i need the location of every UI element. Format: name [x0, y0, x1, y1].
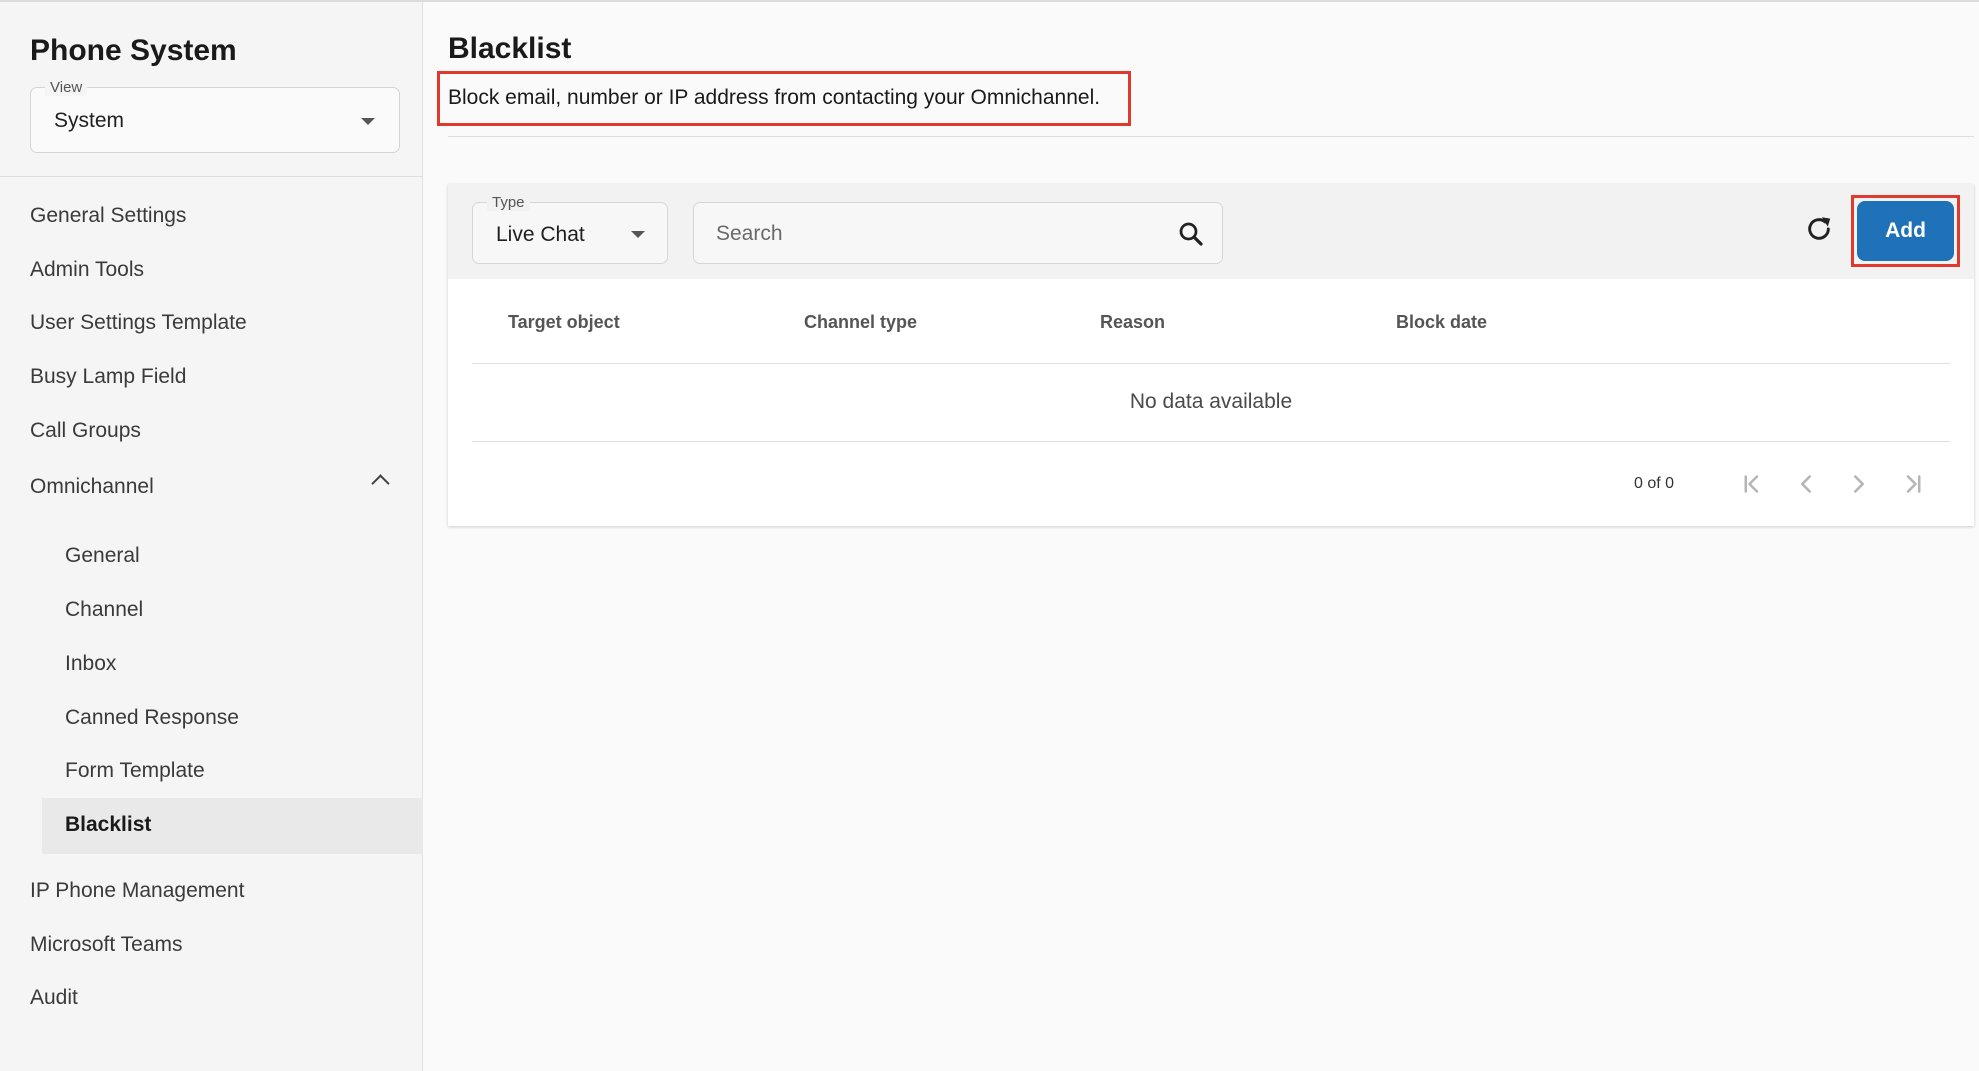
- view-select-value: System: [54, 109, 125, 132]
- search-input[interactable]: [716, 217, 1156, 251]
- sidebar-item-user-settings-template[interactable]: User Settings Template: [30, 311, 247, 335]
- page-description: Block email, number or IP address from c…: [448, 86, 1101, 109]
- prev-page-icon[interactable]: [1791, 469, 1821, 499]
- sidebar-item-audit[interactable]: Audit: [30, 986, 78, 1010]
- sidebar: Phone System View System General Setting…: [0, 2, 423, 1071]
- last-page-icon[interactable]: [1898, 469, 1928, 499]
- sidebar-item-call-groups[interactable]: Call Groups: [30, 419, 141, 443]
- header-row-divider: [472, 363, 1950, 364]
- sidebar-subitem-form-template[interactable]: Form Template: [65, 759, 205, 783]
- column-header-target-object[interactable]: Target object: [508, 312, 620, 333]
- page-title: Blacklist: [448, 32, 572, 65]
- sidebar-divider: [0, 176, 423, 177]
- toolbar: Type Live Chat Add: [448, 184, 1974, 279]
- sidebar-item-omnichannel[interactable]: Omnichannel: [30, 475, 154, 499]
- view-select-label: View: [45, 79, 88, 96]
- sidebar-item-ip-phone-management[interactable]: IP Phone Management: [30, 879, 244, 903]
- sidebar-item-microsoft-teams[interactable]: Microsoft Teams: [30, 933, 183, 957]
- next-page-icon[interactable]: [1844, 469, 1874, 499]
- sidebar-item-admin-tools[interactable]: Admin Tools: [30, 258, 144, 282]
- pagination-range: 0 of 0: [1634, 475, 1675, 492]
- sidebar-subitem-general[interactable]: General: [65, 544, 140, 568]
- type-select[interactable]: Type Live Chat: [472, 194, 668, 264]
- add-button[interactable]: Add: [1857, 201, 1954, 261]
- type-select-value: Live Chat: [496, 223, 585, 246]
- header-divider: [448, 136, 1974, 137]
- refresh-icon[interactable]: [1803, 213, 1835, 250]
- sidebar-item-general-settings[interactable]: General Settings: [30, 204, 186, 228]
- sidebar-subitem-channel[interactable]: Channel: [65, 598, 143, 622]
- column-header-reason[interactable]: Reason: [1100, 312, 1165, 333]
- type-select-label: Type: [487, 194, 530, 211]
- search-icon[interactable]: [1176, 219, 1206, 254]
- caret-down-icon: [361, 118, 375, 125]
- app-title: Phone System: [30, 34, 237, 67]
- sidebar-item-busy-lamp-field[interactable]: Busy Lamp Field: [30, 365, 186, 389]
- blacklist-table-card: Type Live Chat Add Target object Channel…: [448, 184, 1974, 526]
- chevron-up-icon[interactable]: [371, 474, 390, 493]
- column-header-block-date[interactable]: Block date: [1396, 312, 1487, 333]
- column-header-channel-type[interactable]: Channel type: [804, 312, 917, 333]
- empty-state-message: No data available: [1129, 390, 1293, 413]
- view-select[interactable]: View System: [30, 79, 400, 153]
- sidebar-subitem-inbox[interactable]: Inbox: [65, 652, 116, 676]
- sidebar-subitem-blacklist[interactable]: Blacklist: [65, 813, 151, 837]
- sidebar-subitem-canned-response[interactable]: Canned Response: [65, 706, 239, 730]
- first-page-icon[interactable]: [1737, 469, 1767, 499]
- table-bottom-divider: [472, 441, 1950, 442]
- search-field[interactable]: [693, 202, 1223, 264]
- caret-down-icon: [631, 231, 645, 238]
